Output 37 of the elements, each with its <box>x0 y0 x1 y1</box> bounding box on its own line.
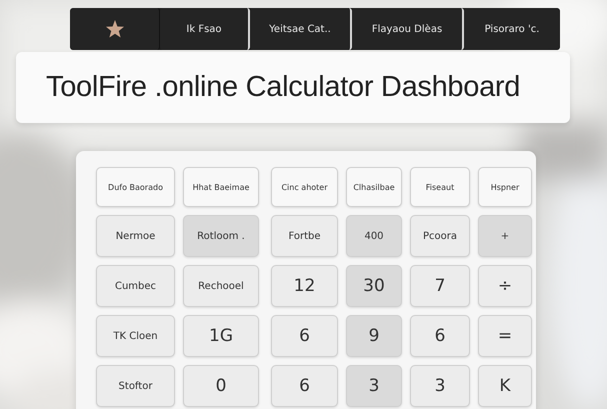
calculator-key[interactable]: Rechooel <box>183 265 259 307</box>
calculator-key[interactable]: Nermoe <box>96 215 175 257</box>
calculator-key[interactable]: Fortbe <box>271 215 338 257</box>
calculator-key[interactable]: 400 <box>346 215 402 257</box>
star-icon <box>104 19 124 39</box>
calculator-key[interactable]: K <box>478 365 532 407</box>
calculator-key[interactable]: 3 <box>410 365 470 407</box>
calculator-key[interactable]: Hspner <box>478 167 532 207</box>
calculator-key[interactable]: 7 <box>410 265 470 307</box>
nav-tab[interactable]: Pisoraro 'c. <box>464 8 560 50</box>
calculator-key[interactable]: + <box>478 215 532 257</box>
calculator-key[interactable]: Pcoora <box>410 215 470 257</box>
calculator-key[interactable]: TK Cloen <box>96 315 175 357</box>
calculator-key[interactable]: 9 <box>346 315 402 357</box>
nav-tab[interactable]: Ik Fsao <box>160 8 250 50</box>
calculator-key[interactable]: 6 <box>271 365 338 407</box>
calculator-key[interactable]: Dufo Baorado <box>96 167 175 207</box>
page-title: ToolFire .online Calculator Dashboard <box>46 71 520 104</box>
calculator-key[interactable]: 0 <box>183 365 259 407</box>
nav-tab[interactable]: Flayaou Dlèas <box>352 8 464 50</box>
calculator-key[interactable]: Stoftor <box>96 365 175 407</box>
calculator-key[interactable]: Cinc ahoter <box>271 167 338 207</box>
calculator-key[interactable]: 6 <box>271 315 338 357</box>
home-tab[interactable] <box>70 8 160 50</box>
calculator-key[interactable]: 30 <box>346 265 402 307</box>
calculator-key[interactable]: Cumbec <box>96 265 175 307</box>
calculator-key[interactable]: 3 <box>346 365 402 407</box>
calculator-key[interactable]: Clhasilbae <box>346 167 402 207</box>
calculator-key[interactable]: = <box>478 315 532 357</box>
calculator-key[interactable]: 12 <box>271 265 338 307</box>
calculator-key[interactable]: Rotloom . <box>183 215 259 257</box>
calculator-key[interactable]: Fiseaut <box>410 167 470 207</box>
calculator-key[interactable]: Hhat Baeimae <box>183 167 259 207</box>
calculator-key[interactable]: 6 <box>410 315 470 357</box>
calculator-key[interactable]: ÷ <box>478 265 532 307</box>
calculator-key[interactable]: 1G <box>183 315 259 357</box>
nav-tab[interactable]: Yeitsae Cat.. <box>250 8 352 50</box>
